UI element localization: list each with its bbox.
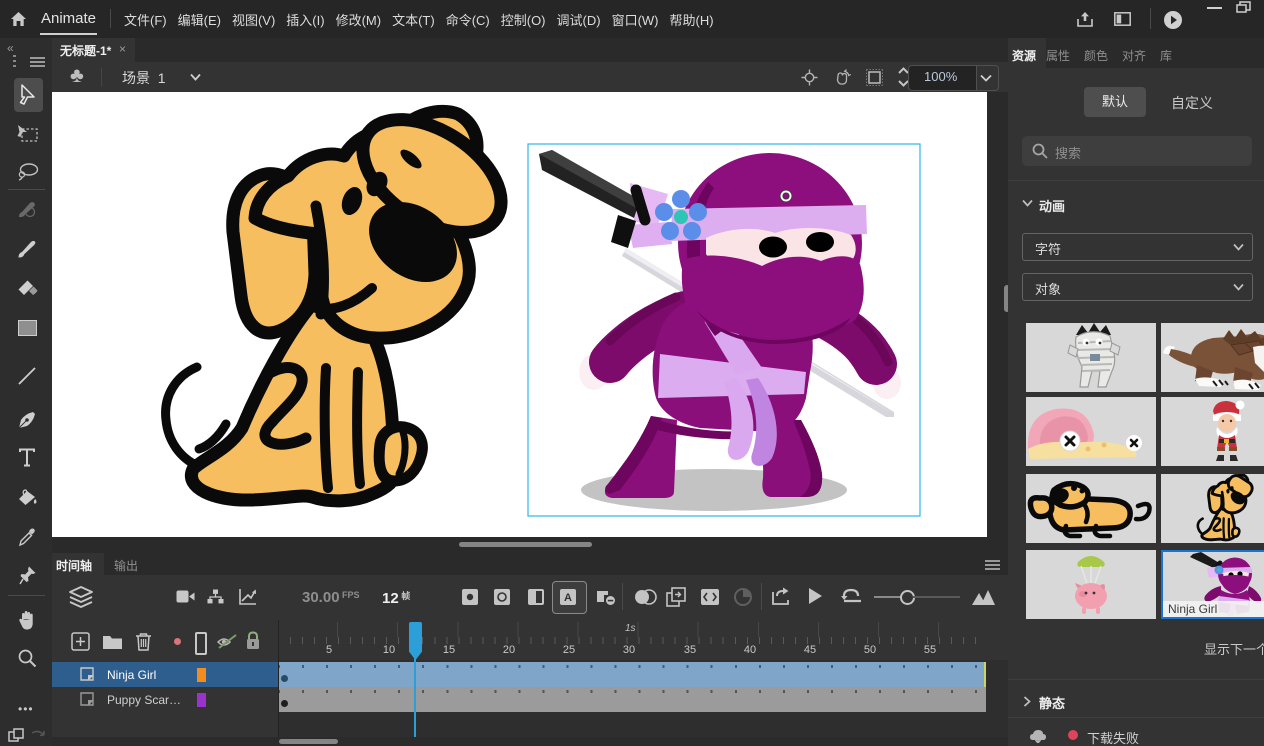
svg-text:A: A — [564, 592, 572, 604]
